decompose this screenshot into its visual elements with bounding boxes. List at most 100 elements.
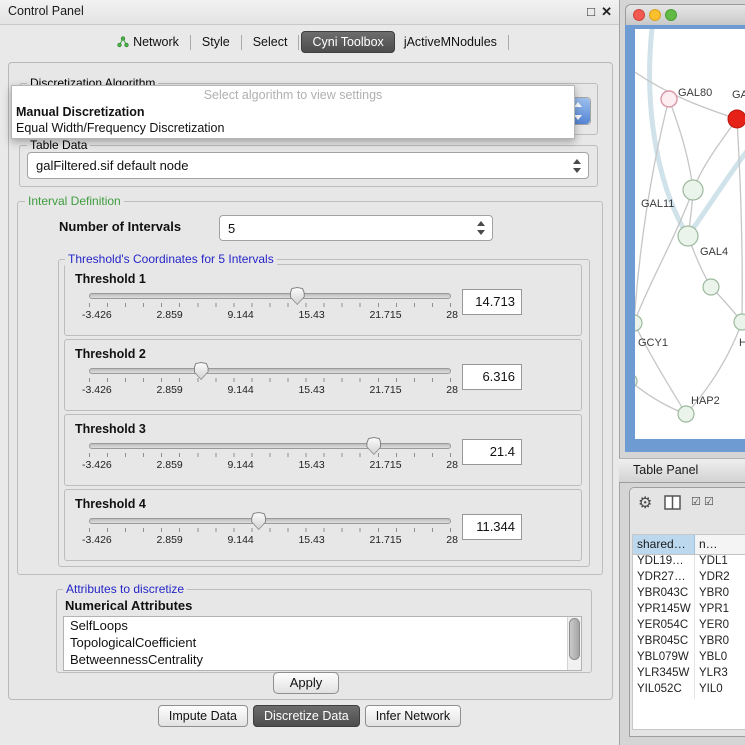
select-all-check-icon[interactable]: ☑ [691, 495, 701, 508]
combo-stepper-icon[interactable] [477, 221, 486, 235]
tab-jactivemnodules[interactable]: jActiveMNodules [395, 31, 506, 53]
threshold-1-slider[interactable]: -3.426 2.859 9.144 15.43 21.715 28 [89, 293, 451, 321]
table-row[interactable]: YER054C YER0 [633, 619, 745, 635]
tab-infer-network[interactable]: Infer Network [365, 705, 461, 727]
table-row[interactable]: YIL052C YIL0 [633, 683, 745, 699]
threshold-3-slider[interactable]: -3.426 2.859 9.144 15.43 21.715 28 [89, 443, 451, 471]
close-window-icon[interactable]: ✕ [601, 4, 612, 19]
cell-shared-name[interactable]: YER054C [633, 619, 695, 635]
columns-icon[interactable] [664, 495, 681, 510]
apply-button[interactable]: Apply [273, 672, 339, 694]
network-node-label[interactable]: GAL80 [678, 87, 712, 99]
cell-shared-name[interactable]: YDL19… [633, 555, 695, 571]
list-scrollbar[interactable] [567, 617, 581, 670]
cell-name[interactable]: YBR0 [695, 635, 745, 651]
cell-name[interactable]: YBR0 [695, 587, 745, 603]
select-column-check-icon[interactable]: ☑ [704, 495, 714, 508]
threshold-4-value-field[interactable]: 11.344 [462, 514, 522, 540]
network-node[interactable] [678, 226, 698, 246]
slider-track[interactable] [89, 518, 451, 524]
restore-window-icon[interactable]: □ [587, 4, 595, 19]
table-toolbar: ⚙ ☑ ☑ [630, 488, 745, 518]
cell-shared-name[interactable]: YPR145W [633, 603, 695, 619]
table-row[interactable]: YBR043C YBR0 [633, 587, 745, 603]
threshold-1-value-field[interactable]: 14.713 [462, 289, 522, 315]
column-header-shared-name[interactable]: shared… [633, 535, 695, 554]
slider-track[interactable] [89, 293, 451, 299]
table-row[interactable]: YBR045C YBR0 [633, 635, 745, 651]
table-row[interactable]: YBL079W YBL0 [633, 651, 745, 667]
numerical-attributes-label: Numerical Attributes [65, 598, 192, 613]
minimize-traffic-light[interactable] [649, 9, 661, 21]
interval-definition-title: Interval Definition [25, 194, 124, 208]
number-of-intervals-combobox[interactable]: 5 [219, 215, 493, 241]
slider-track[interactable] [89, 443, 451, 449]
tab-separator [508, 35, 509, 50]
threshold-4-slider[interactable]: -3.426 2.859 9.144 15.43 21.715 28 [89, 518, 451, 546]
network-node[interactable] [635, 315, 642, 331]
network-node[interactable] [661, 91, 677, 107]
zoom-traffic-light[interactable] [665, 9, 677, 21]
network-node[interactable] [703, 279, 719, 295]
scale-label: 21.715 [369, 309, 401, 321]
cell-shared-name[interactable]: YIL052C [633, 683, 695, 699]
table-header-row: shared… n… [633, 535, 745, 555]
table-row[interactable]: YPR145W YPR1 [633, 603, 745, 619]
network-node[interactable] [678, 406, 694, 422]
network-node-label[interactable]: H [739, 337, 745, 349]
number-of-intervals-value: 5 [228, 216, 468, 240]
scale-label: 15.43 [298, 459, 324, 471]
cell-shared-name[interactable]: YBR045C [633, 635, 695, 651]
close-traffic-light[interactable] [633, 9, 645, 21]
list-item[interactable]: SelfLoops [64, 617, 581, 634]
tab-select[interactable]: Select [244, 31, 297, 53]
threshold-3-value-field[interactable]: 21.4 [462, 439, 522, 465]
cell-name[interactable]: YIL0 [695, 683, 745, 699]
network-node[interactable] [683, 180, 703, 200]
slider-scale: -3.426 2.859 9.144 15.43 21.715 28 [82, 384, 458, 396]
table-row[interactable]: YDL19… YDL1 [633, 555, 745, 571]
cell-shared-name[interactable]: YLR345W [633, 667, 695, 683]
slider-ticks [89, 528, 451, 532]
cell-name[interactable]: YDR2 [695, 571, 745, 587]
popup-item-equal-width-frequency[interactable]: Equal Width/Frequency Discretization [16, 121, 570, 135]
slider-track[interactable] [89, 368, 451, 374]
table-row[interactable]: YDR27… YDR2 [633, 571, 745, 587]
tab-cyni-toolbox[interactable]: Cyni Toolbox [301, 31, 394, 53]
threshold-2-value-field[interactable]: 6.316 [462, 364, 522, 390]
network-node[interactable] [734, 314, 745, 330]
combo-stepper-icon[interactable] [573, 159, 582, 173]
table-data-combobox[interactable]: galFiltered.sif default node [27, 152, 589, 179]
cell-name[interactable]: YDL1 [695, 555, 745, 571]
network-node-label[interactable]: GA [732, 89, 745, 101]
tab-network[interactable]: Network [108, 31, 188, 53]
tab-network-label: Network [133, 35, 179, 49]
network-node-selected[interactable] [728, 110, 745, 128]
column-header-name[interactable]: n… [695, 535, 745, 554]
tab-style[interactable]: Style [193, 31, 239, 53]
network-node-label[interactable]: GAL11 [641, 198, 674, 210]
table-row[interactable]: YLR345W YLR3 [633, 667, 745, 683]
popup-item-manual-discretization[interactable]: Manual Discretization [16, 105, 570, 119]
scrollbar-thumb[interactable] [569, 618, 580, 660]
threshold-2-slider[interactable]: -3.426 2.859 9.144 15.43 21.715 28 [89, 368, 451, 396]
node-table: shared… n… YDL19… YDL1 YDR27… YDR2 YBR04… [632, 534, 745, 730]
tab-discretize-data[interactable]: Discretize Data [253, 705, 360, 727]
cell-shared-name[interactable]: YBR043C [633, 587, 695, 603]
slider-ticks [89, 378, 451, 382]
network-node-label[interactable]: GAL4 [700, 246, 728, 258]
list-item[interactable]: TopologicalCoefficient [64, 634, 581, 651]
list-item[interactable]: BetweennessCentrality [64, 651, 581, 668]
cell-name[interactable]: YPR1 [695, 603, 745, 619]
cell-name[interactable]: YLR3 [695, 667, 745, 683]
cell-name[interactable]: YBL0 [695, 651, 745, 667]
tab-impute-data[interactable]: Impute Data [158, 705, 248, 727]
network-node-label[interactable]: GCY1 [638, 337, 668, 349]
cell-shared-name[interactable]: YBL079W [633, 651, 695, 667]
threshold-2-panel: Threshold 2 -3.426 2.859 9.144 15.43 21.… [64, 339, 582, 411]
network-node-label[interactable]: HAP2 [691, 395, 720, 407]
gear-icon[interactable]: ⚙ [638, 493, 652, 513]
cell-shared-name[interactable]: YDR27… [633, 571, 695, 587]
cyni-toolbox-panel: Discretization Algorithm Select algorith… [8, 62, 613, 700]
cell-name[interactable]: YER0 [695, 619, 745, 635]
